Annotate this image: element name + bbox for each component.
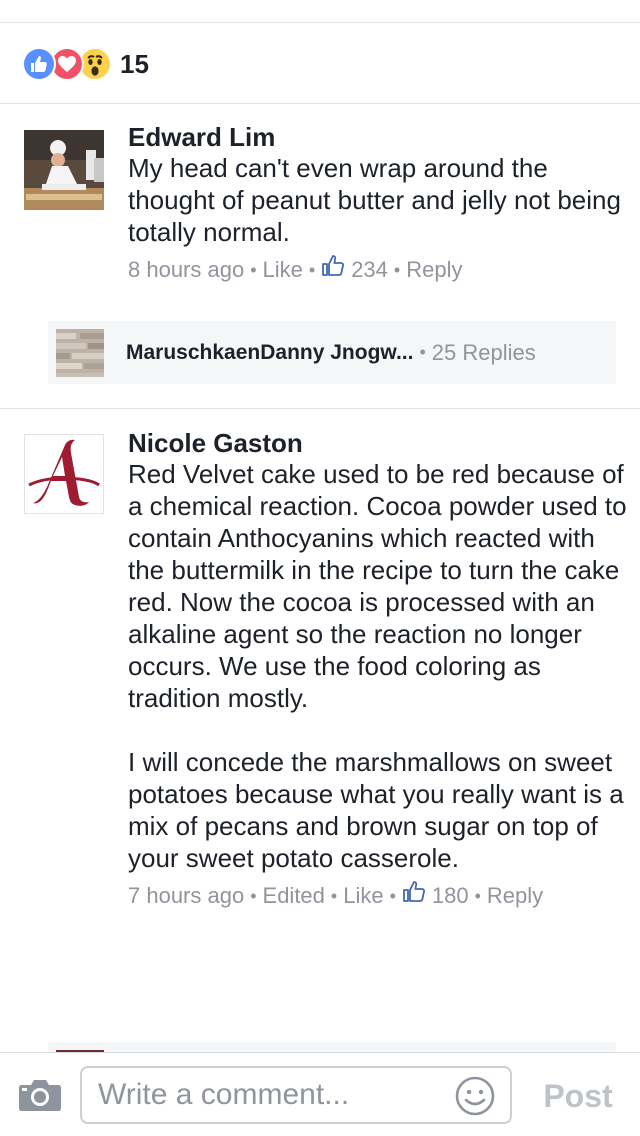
- separator-dot: •: [308, 260, 316, 280]
- comment-text: My head can't even wrap around the thoug…: [128, 153, 621, 247]
- separator-dot: •: [419, 342, 426, 362]
- avatar[interactable]: [24, 434, 104, 514]
- like-button[interactable]: Like: [343, 881, 383, 911]
- comment-time[interactable]: 7 hours ago: [128, 881, 244, 911]
- separator-dot: •: [250, 260, 257, 280]
- comment-meta: 8 hours ago • Like • 234 • Reply: [128, 254, 628, 286]
- comment-body: Edward Lim My head can't even wrap aroun…: [128, 122, 628, 286]
- reactions-summary[interactable]: 15: [22, 44, 149, 84]
- comment-author[interactable]: Edward Lim: [128, 122, 628, 152]
- separator-dot: •: [389, 886, 396, 906]
- comment-text: Red Velvet cake used to be red because o…: [128, 459, 627, 873]
- camera-icon[interactable]: [18, 1077, 62, 1113]
- thumbs-up-icon[interactable]: [402, 880, 426, 912]
- replies-count[interactable]: 25 Replies: [432, 340, 536, 366]
- comment-meta: 7 hours ago • Edited • Like • 180 • Repl…: [128, 880, 628, 912]
- divider: [0, 408, 640, 409]
- reply-button[interactable]: Reply: [406, 255, 462, 285]
- post-button[interactable]: Post: [528, 1067, 628, 1125]
- separator-dot: •: [393, 260, 401, 280]
- comment-author[interactable]: Nicole Gaston: [128, 428, 628, 458]
- reply-avatar: [56, 328, 104, 377]
- thumbs-up-icon[interactable]: [321, 254, 345, 286]
- like-count[interactable]: 180: [432, 881, 469, 911]
- like-count[interactable]: 234: [351, 255, 388, 285]
- alabama-a-logo: [25, 435, 103, 513]
- separator-dot: •: [330, 886, 338, 906]
- edited-label[interactable]: Edited: [263, 881, 325, 911]
- avatar[interactable]: [24, 130, 104, 210]
- reply-authors: MaruschkaenDanny Jnogw...: [126, 340, 414, 364]
- like-button[interactable]: Like: [263, 255, 303, 285]
- separator-dot: •: [474, 886, 481, 906]
- like-reaction-icon: [22, 47, 56, 81]
- view-replies-row[interactable]: MaruschkaenDanny Jnogw... • 25 Replies: [48, 321, 616, 384]
- reply-button[interactable]: Reply: [487, 881, 543, 911]
- comments-screen: 15 Edward Lim My head can't even wrap ar…: [0, 0, 640, 1136]
- reaction-count[interactable]: 15: [120, 49, 149, 80]
- separator-dot: •: [250, 886, 257, 906]
- top-divider: [0, 22, 640, 23]
- emoji-icon[interactable]: [454, 1075, 496, 1117]
- comment-composer: Post: [0, 1052, 640, 1136]
- comment-input[interactable]: [80, 1066, 512, 1124]
- comment-time[interactable]: 8 hours ago: [128, 255, 244, 285]
- comment-body: Nicole Gaston Red Velvet cake used to be…: [128, 428, 628, 912]
- divider: [0, 103, 640, 104]
